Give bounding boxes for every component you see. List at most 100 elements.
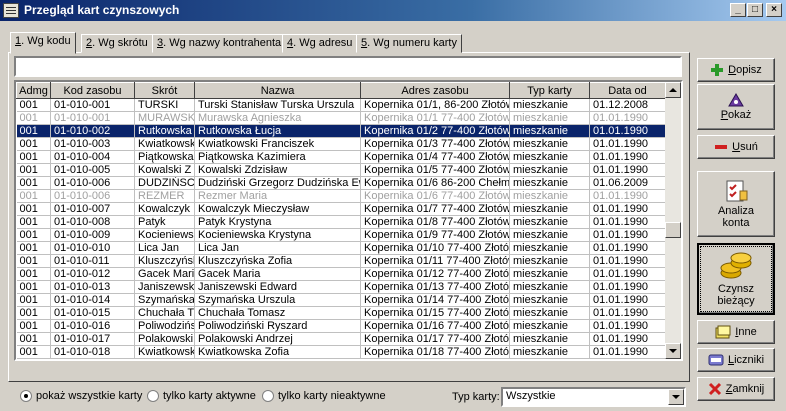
column-header[interactable]: Data od xyxy=(589,82,666,99)
chevron-down-icon[interactable] xyxy=(668,389,684,405)
table-row[interactable]: 001 01-010-010 Lica Jan Lica Jan Kopernika 0… xyxy=(16,241,666,255)
table-cell: 01.01.1990 xyxy=(589,345,666,359)
table-cell: 001 xyxy=(16,202,51,216)
radio-dot[interactable] xyxy=(262,390,274,402)
radio-active-cards[interactable]: tylko karty aktywne xyxy=(147,390,256,402)
tab-wg-adresu[interactable]: 4. Wg adresu xyxy=(282,34,358,53)
table-cell: Kluszczyńska Zofia xyxy=(194,254,361,268)
current-rent-button[interactable]: Czynsz bieżący xyxy=(697,243,775,315)
delete-button[interactable]: Usuń xyxy=(697,135,775,159)
tab-wg-skrotu[interactable]: 2. Wg skrótu xyxy=(81,34,153,53)
table-cell: Piątkowska xyxy=(134,150,195,164)
table-row[interactable]: 001 01-010-003 Kwiatkowski Kwiatkowski Fran… xyxy=(16,137,666,151)
table-row[interactable]: 00101-010-011KluszczyńskiKluszczyńska Zo… xyxy=(16,254,666,268)
close-window-button[interactable]: × xyxy=(766,3,782,17)
cards-table[interactable]: Admg Kod zasobu Skrót Nazwa Adres zasobu… xyxy=(14,80,683,361)
column-header[interactable]: Nazwa xyxy=(194,82,361,99)
table-row[interactable]: 001 01-010-005 Kowalski Z Kowalski Zdzisław… xyxy=(16,163,666,177)
table-cell: 01.01.1990 xyxy=(589,332,666,346)
table-cell: mieszkanie xyxy=(509,332,590,346)
tab-wg-numeru-karty[interactable]: 5. Wg numeru karty xyxy=(356,34,462,53)
table-row[interactable]: 001 01-010-004 Piątkowska Piątkowska Kazimi… xyxy=(16,150,666,164)
table-cell: 01.06.2009 xyxy=(589,176,666,190)
table-row[interactable]: 00101-010-009KocieniewskaKocieniewska Kr… xyxy=(16,228,666,242)
table-row[interactable]: 001 01-010-014 Szymańska Szymańska Urszula K… xyxy=(16,293,666,307)
table-cell: Chuchała T xyxy=(134,306,195,320)
scroll-down-button[interactable] xyxy=(665,343,681,359)
radio-inactive-cards[interactable]: tylko karty nieaktywne xyxy=(262,390,386,402)
table-body: 001 01-010-001 TURSKI Turski Stanisław Turs… xyxy=(16,98,666,359)
title-bar: Przegląd kart czynszowych _ □ × xyxy=(0,0,786,21)
table-cell: 01.01.1990 xyxy=(589,189,666,203)
table-cell: 001 xyxy=(16,176,51,190)
table-row[interactable]: 001 01-010-002 Rutkowska Rutkowska Łucja Kop… xyxy=(16,124,666,138)
table-cell: Kopernika 01/16 77-400 Złotów xyxy=(360,319,510,333)
table-row[interactable]: 001 01-010-012 Gacek Maria Gacek Maria Koper… xyxy=(16,267,666,281)
table-cell: 01.01.1990 xyxy=(589,124,666,138)
table-cell: mieszkanie xyxy=(509,267,590,281)
table-row[interactable]: 00101-010-018KwiatkowskaKwiatkowska Zofi… xyxy=(16,345,666,359)
table-row[interactable]: 001 01-010-007 Kowalczyk Kowalczyk Mieczysł… xyxy=(16,202,666,216)
column-header[interactable]: Kod zasobu xyxy=(50,82,135,99)
table-cell: Kluszczyński xyxy=(134,254,195,268)
table-cell: Kopernika 01/17 77-400 Złotów xyxy=(360,332,510,346)
table-row[interactable]: 001 01-010-006 REZMER Rezmer Maria Kopernika… xyxy=(16,189,666,203)
table-cell: 01-010-006 xyxy=(50,176,135,190)
close-button[interactable]: Zamknij xyxy=(697,377,775,401)
table-cell: Rutkowska Łucja xyxy=(194,124,361,138)
table-cell: Kopernika 01/1 77-400 Złotów xyxy=(360,111,510,125)
vertical-scrollbar[interactable] xyxy=(665,82,681,359)
other-button[interactable]: Inne xyxy=(697,320,775,344)
table-row[interactable]: 001 01-010-017 Polakowski Polakowski Andrze… xyxy=(16,332,666,346)
scroll-up-button[interactable] xyxy=(665,82,681,98)
tab-wg-kodu[interactable]: 1. Wg kodu xyxy=(10,32,76,54)
column-header[interactable]: Skrót xyxy=(134,82,195,99)
table-cell: Patyk Krystyna xyxy=(194,215,361,229)
maximize-button[interactable]: □ xyxy=(747,3,763,17)
table-cell: mieszkanie xyxy=(509,98,590,112)
account-analysis-button[interactable]: Analiza konta xyxy=(697,171,775,237)
table-cell: Kopernika 01/7 77-400 Złotów xyxy=(360,202,510,216)
table-cell: 01-010-013 xyxy=(50,280,135,294)
table-cell: 01.01.1990 xyxy=(589,254,666,268)
table-row[interactable]: 00101-010-001MURAWSKAMurawska AgnieszkaK… xyxy=(16,111,666,125)
table-cell: mieszkanie xyxy=(509,202,590,216)
counters-button[interactable]: Liczniki xyxy=(697,348,775,372)
table-cell: 001 xyxy=(16,332,51,346)
column-header[interactable]: Adres zasobu xyxy=(360,82,510,99)
table-cell: Janiszewski Edward xyxy=(194,280,361,294)
table-cell: 01-010-011 xyxy=(50,254,135,268)
table-cell: Kopernika 01/8 77-400 Złotów xyxy=(360,215,510,229)
triangle-icon xyxy=(728,93,744,107)
column-header[interactable]: Admg xyxy=(16,82,51,99)
radio-dot[interactable] xyxy=(147,390,159,402)
scroll-thumb[interactable] xyxy=(665,222,681,238)
table-cell: 001 xyxy=(16,241,51,255)
show-button[interactable]: Pokaż xyxy=(697,84,775,130)
table-cell: mieszkanie xyxy=(509,228,590,242)
minimize-button[interactable]: _ xyxy=(730,3,746,17)
table-cell: 001 xyxy=(16,280,51,294)
card-type-select[interactable]: Wszystkie xyxy=(501,387,686,407)
meter-icon xyxy=(708,354,724,366)
table-row[interactable]: 00101-010-006DUDZIŃSCYDudziński Grzegorz… xyxy=(16,176,666,190)
plus-icon xyxy=(711,64,724,77)
table-row[interactable]: 001 01-010-013 Janiszewski Janiszewski Edwa… xyxy=(16,280,666,294)
table-cell: Turski Stanisław Turska Urszula xyxy=(194,98,361,112)
table-cell: 001 xyxy=(16,254,51,268)
table-cell: Poliwodziński xyxy=(134,319,195,333)
column-header[interactable]: Typ karty xyxy=(509,82,590,99)
table-row[interactable]: 00101-010-016PoliwodzińskiPoliwodziński … xyxy=(16,319,666,333)
radio-dot[interactable] xyxy=(20,390,32,402)
search-input[interactable] xyxy=(14,56,682,77)
radio-all-cards[interactable]: pokaż wszystkie karty xyxy=(20,390,142,402)
add-button[interactable]: Dopisz xyxy=(697,58,775,82)
table-cell: DUDZIŃSCY xyxy=(134,176,195,190)
table-cell: Kopernika 01/5 77-400 Złotów xyxy=(360,163,510,177)
table-row[interactable]: 001 01-010-008 Patyk Patyk Krystyna Kopernik… xyxy=(16,215,666,229)
table-cell: 01.01.1990 xyxy=(589,280,666,294)
app-icon xyxy=(3,3,19,18)
tab-wg-nazwy-kontrahenta[interactable]: 3. Wg nazwy kontrahenta xyxy=(152,34,287,53)
table-row[interactable]: 001 01-010-015 Chuchała T Chuchała Tomasz Ko… xyxy=(16,306,666,320)
table-row[interactable]: 001 01-010-001 TURSKI Turski Stanisław Turs… xyxy=(16,98,666,112)
